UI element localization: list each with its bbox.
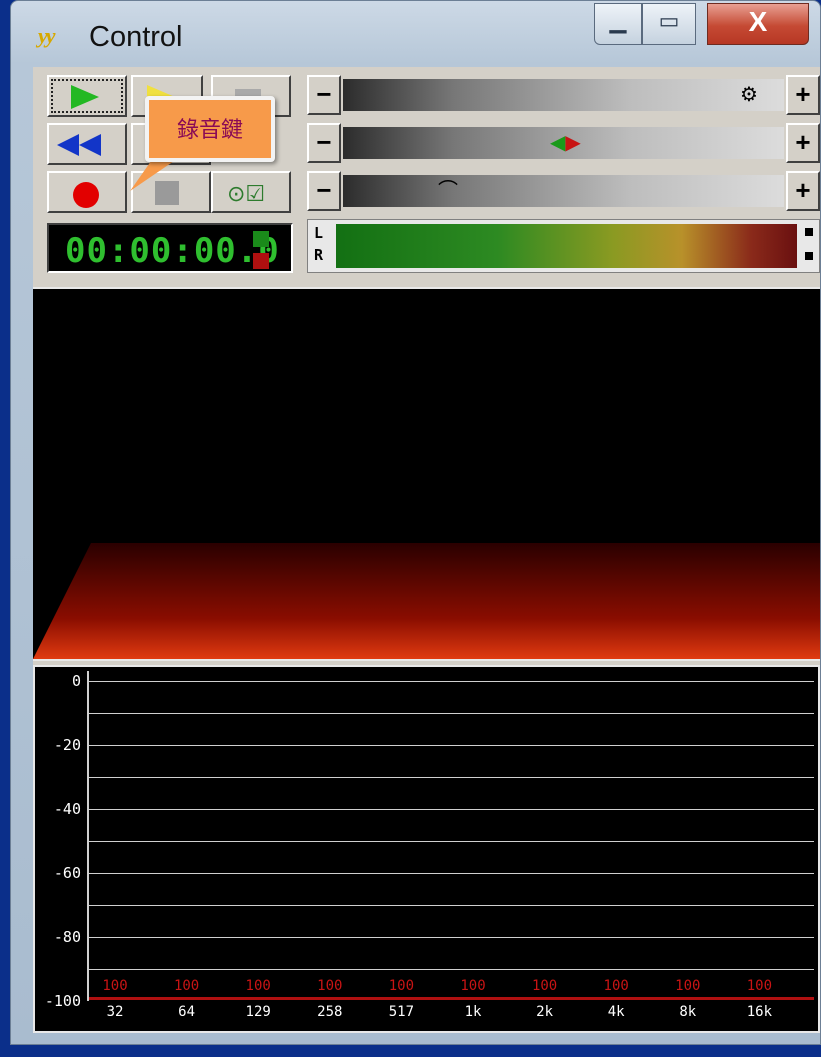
spectrum-floor <box>33 543 820 659</box>
options-button[interactable]: ⊙☑ <box>211 171 291 213</box>
eq-band-value[interactable]: 100 <box>306 978 354 994</box>
record-icon <box>73 182 99 208</box>
eq-band-value[interactable]: 100 <box>234 978 282 994</box>
speed-icon[interactable]: ⌒ <box>434 178 462 204</box>
eq-band-frequency: 64 <box>178 1004 196 1020</box>
speed-track[interactable]: ⌒ <box>343 175 784 207</box>
minimize-icon: ▁ <box>609 8 627 33</box>
eq-band-value[interactable]: 100 <box>163 978 211 994</box>
eq-band-frequency: 2k <box>536 1004 554 1020</box>
eq-grid-line <box>89 713 814 714</box>
record-key-callout: 錄音鍵 <box>145 96 275 162</box>
balance-icon[interactable]: ◀▶ <box>550 130 581 156</box>
close-button[interactable]: X <box>707 3 809 45</box>
eq-band-frequency: 517 <box>388 1004 415 1020</box>
speed-slider[interactable]: − ⌒ + <box>307 171 820 211</box>
eq-band-frequency: 16k <box>746 1004 773 1020</box>
spectrum-display <box>33 287 820 661</box>
eq-grid-line <box>89 937 814 938</box>
eq-grid-line <box>89 745 814 746</box>
eq-grid-line <box>89 809 814 810</box>
eq-band-frequency: 129 <box>245 1004 271 1020</box>
minimize-button[interactable]: ▁ <box>594 3 642 45</box>
eq-band-frequency: 1k <box>464 1004 482 1020</box>
rewind-icon-2 <box>79 134 101 156</box>
control-panel: ⊙☑ − ⚙ + − ◀▶ + − ⌒ + 00:00:00.0 L R 0 -… <box>33 67 820 1033</box>
status-led-green <box>253 231 269 247</box>
eq-grid-line <box>89 841 814 842</box>
eq-band-frequency: 258 <box>317 1004 343 1020</box>
eq-band-value[interactable]: 100 <box>592 978 640 994</box>
callout-text: 錄音鍵 <box>176 118 243 143</box>
eq-band-value[interactable]: 100 <box>377 978 425 994</box>
time-display: 00:00:00.0 <box>47 223 293 273</box>
eq-db-label: -80 <box>53 928 81 946</box>
play-button[interactable] <box>47 75 127 117</box>
eq-db-label: 0 <box>71 672 81 690</box>
volume-decrease-button[interactable]: − <box>307 75 341 115</box>
close-icon: X <box>748 6 768 37</box>
balance-decrease-button[interactable]: − <box>307 123 341 163</box>
eq-band-value[interactable]: 100 <box>91 978 139 994</box>
volume-track[interactable]: ⚙ <box>343 79 784 111</box>
eq-db-label: -100 <box>44 992 81 1010</box>
radio-checkbox-icon: ⊙☑ <box>227 181 266 206</box>
speed-decrease-button[interactable]: − <box>307 171 341 211</box>
maximize-icon: ▭ <box>658 8 680 33</box>
yy-logo-icon: yy <box>38 23 56 48</box>
eq-grid-line <box>89 969 814 970</box>
eq-band-frequency: 32 <box>106 1004 124 1020</box>
meter-dot-top <box>805 228 813 236</box>
eq-db-label: -20 <box>53 736 81 754</box>
meter-right-label: R <box>314 246 324 264</box>
window-title: Control <box>89 21 183 53</box>
eq-db-label: -60 <box>53 864 81 882</box>
rewind-button[interactable] <box>47 123 127 165</box>
balance-track[interactable]: ◀▶ <box>343 127 784 159</box>
eq-grid-line <box>89 905 814 906</box>
gear-icon[interactable]: ⚙ <box>735 82 763 108</box>
maximize-button[interactable]: ▭ <box>642 3 696 45</box>
eq-y-axis <box>87 671 89 1001</box>
eq-db-label: -40 <box>53 800 81 818</box>
volume-increase-button[interactable]: + <box>786 75 820 115</box>
eq-band-value[interactable]: 100 <box>735 978 783 994</box>
record-button[interactable] <box>47 171 127 213</box>
speed-increase-button[interactable]: + <box>786 171 820 211</box>
meter-left-label: L <box>314 224 324 242</box>
balance-increase-button[interactable]: + <box>786 123 820 163</box>
eq-band-value[interactable]: 100 <box>521 978 569 994</box>
level-meter: L R <box>307 219 820 273</box>
meter-bar <box>336 224 797 268</box>
eq-grid-line <box>89 873 814 874</box>
balance-slider[interactable]: − ◀▶ + <box>307 123 820 163</box>
play-icon <box>71 85 99 109</box>
eq-curve-line <box>89 997 814 1000</box>
rewind-icon <box>57 134 79 156</box>
control-window: yy Control ▁ ▭ X ⊙☑ − ⚙ + − ◀▶ + − ⌒ + 0… <box>10 0 821 1045</box>
eq-band-value[interactable]: 100 <box>664 978 712 994</box>
eq-band-value[interactable]: 100 <box>449 978 497 994</box>
time-counter: 00:00:00.0 <box>65 231 280 271</box>
eq-band-frequency: 4k <box>607 1004 625 1020</box>
title-bar[interactable]: yy Control ▁ ▭ X <box>11 1 820 67</box>
status-led-red <box>253 253 269 269</box>
eq-grid-line <box>89 681 814 682</box>
equalizer-graph: 0 -20 -40 -60 -80 -100 100 32 100 64 100 129 100 258 1… <box>33 665 820 1033</box>
eq-band-frequency: 8k <box>679 1004 697 1020</box>
eq-grid-line <box>89 777 814 778</box>
volume-slider[interactable]: − ⚙ + <box>307 75 820 115</box>
meter-dot-bottom <box>805 252 813 260</box>
